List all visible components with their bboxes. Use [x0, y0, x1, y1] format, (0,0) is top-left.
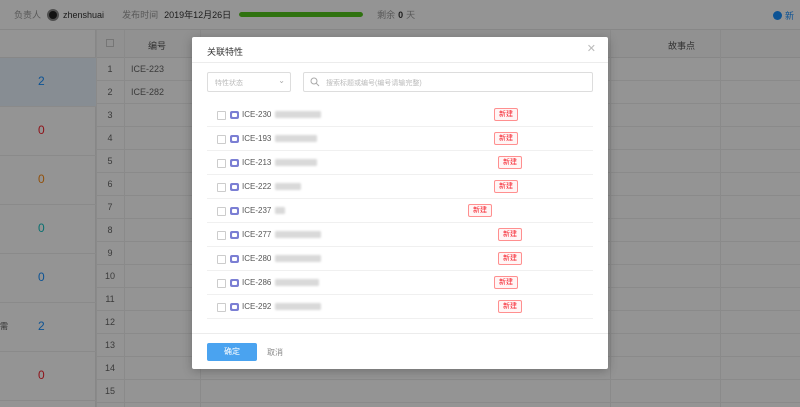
- feature-list: ICE-230 新建 ICE-193 新建 ICE-213 新建 ICE-222 新建 ICE-…: [207, 103, 593, 319]
- feature-title-redacted: [275, 135, 317, 142]
- feature-checkbox[interactable]: [217, 183, 226, 192]
- search-placeholder: 搜索标题或编号(编号请输完整): [326, 80, 422, 87]
- feature-title-redacted: [275, 255, 321, 262]
- feature-icon: [230, 255, 239, 263]
- feature-checkbox[interactable]: [217, 207, 226, 216]
- feature-list-item[interactable]: ICE-292 新建: [207, 295, 593, 319]
- feature-icon: [230, 159, 239, 167]
- feature-icon: [230, 303, 239, 311]
- status-badge: 新建: [494, 276, 518, 289]
- status-select-placeholder: 特性状态: [215, 80, 243, 87]
- dialog-title: 关联特性: [207, 47, 244, 57]
- feature-title-redacted: [275, 183, 301, 190]
- feature-title-redacted: [275, 159, 317, 166]
- feature-checkbox[interactable]: [217, 279, 226, 288]
- feature-code: ICE-193: [242, 134, 272, 143]
- confirm-button[interactable]: 确定: [207, 343, 257, 361]
- feature-checkbox[interactable]: [217, 255, 226, 264]
- status-badge: 新建: [494, 108, 518, 121]
- status-badge: 新建: [498, 300, 522, 313]
- feature-icon: [230, 183, 239, 191]
- feature-icon: [230, 231, 239, 239]
- close-icon[interactable]: ✕: [587, 42, 596, 55]
- feature-list-item[interactable]: ICE-222 新建: [207, 175, 593, 199]
- feature-code: ICE-237: [242, 206, 272, 215]
- feature-icon: [230, 135, 239, 143]
- feature-title-redacted: [275, 231, 321, 238]
- feature-code: ICE-230: [242, 110, 272, 119]
- feature-list-item[interactable]: ICE-213 新建: [207, 151, 593, 175]
- dialog-footer: 确定 取消: [192, 333, 608, 369]
- feature-code: ICE-213: [242, 158, 272, 167]
- feature-list-item[interactable]: ICE-193 新建: [207, 127, 593, 151]
- feature-icon: [230, 207, 239, 215]
- status-badge: 新建: [498, 252, 522, 265]
- cancel-button[interactable]: 取消: [267, 347, 283, 358]
- status-badge: 新建: [494, 132, 518, 145]
- feature-icon: [230, 111, 239, 119]
- feature-code: ICE-222: [242, 182, 272, 191]
- search-icon: [310, 77, 320, 89]
- feature-title-redacted: [275, 279, 319, 286]
- feature-code: ICE-292: [242, 302, 272, 311]
- feature-list-item[interactable]: ICE-280 新建: [207, 247, 593, 271]
- feature-icon: [230, 279, 239, 287]
- status-badge: 新建: [494, 180, 518, 193]
- feature-title-redacted: [275, 303, 321, 310]
- feature-code: ICE-277: [242, 230, 272, 239]
- feature-checkbox[interactable]: [217, 303, 226, 312]
- chevron-down-icon: ⌄: [278, 76, 285, 85]
- feature-checkbox[interactable]: [217, 231, 226, 240]
- feature-checkbox[interactable]: [217, 159, 226, 168]
- dialog-header: 关联特性 ✕: [192, 37, 608, 63]
- feature-code: ICE-286: [242, 278, 272, 287]
- status-badge: 新建: [498, 156, 522, 169]
- feature-list-item[interactable]: ICE-237 新建: [207, 199, 593, 223]
- feature-list-item[interactable]: ICE-286 新建: [207, 271, 593, 295]
- feature-checkbox[interactable]: [217, 111, 226, 120]
- feature-code: ICE-280: [242, 254, 272, 263]
- feature-list-item[interactable]: ICE-277 新建: [207, 223, 593, 247]
- feature-title-redacted: [275, 111, 321, 118]
- feature-list-item[interactable]: ICE-230 新建: [207, 103, 593, 127]
- status-select[interactable]: 特性状态 ⌄: [207, 72, 291, 92]
- filter-bar: 特性状态 ⌄ 搜索标题或编号(编号请输完整): [207, 72, 593, 92]
- search-input[interactable]: 搜索标题或编号(编号请输完整): [303, 72, 593, 92]
- link-feature-dialog: 关联特性 ✕ 特性状态 ⌄ 搜索标题或编号(编号请输完整) ICE-230 新建 I…: [192, 37, 608, 369]
- feature-checkbox[interactable]: [217, 135, 226, 144]
- status-badge: 新建: [498, 228, 522, 241]
- status-badge: 新建: [468, 204, 492, 217]
- feature-title-redacted: [275, 207, 285, 214]
